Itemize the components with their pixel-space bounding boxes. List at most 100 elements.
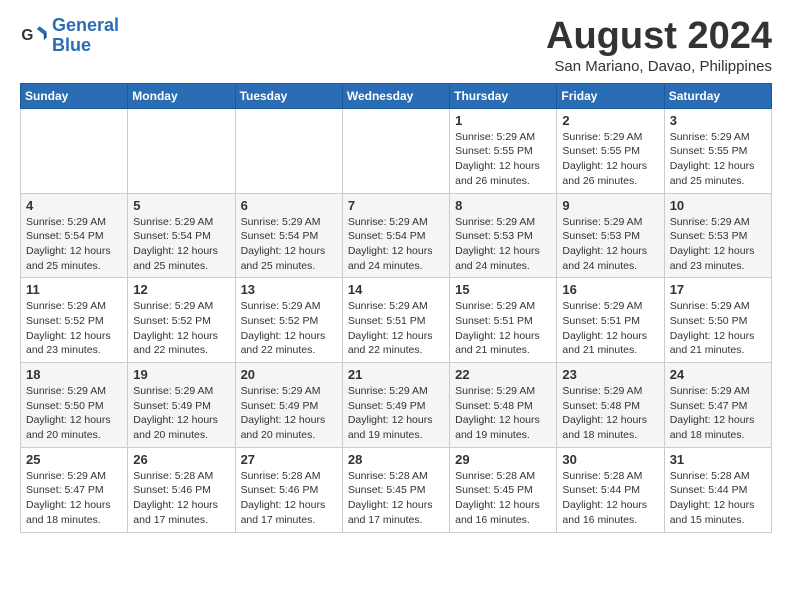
weekday-header-tuesday: Tuesday [235, 83, 342, 108]
day-number: 11 [26, 282, 122, 297]
calendar-cell: 27Sunrise: 5:28 AM Sunset: 5:46 PM Dayli… [235, 447, 342, 532]
day-number: 23 [562, 367, 658, 382]
weekday-header-monday: Monday [128, 83, 235, 108]
cell-detail: Sunrise: 5:29 AM Sunset: 5:49 PM Dayligh… [241, 384, 337, 443]
day-number: 6 [241, 198, 337, 213]
calendar-cell: 9 Sunrise: 5:29 AM Sunset: 5:53 PM Daylig… [557, 193, 664, 278]
cell-detail: Sunrise: 5:29 AM Sunset: 5:49 PM Dayligh… [348, 384, 444, 443]
calendar-cell: 22 Sunrise: 5:29 AM Sunset: 5:48 PM Dayli… [450, 363, 557, 448]
cell-detail: Sunrise: 5:29 AM Sunset: 5:55 PM Dayligh… [670, 130, 766, 189]
cell-detail: Sunrise: 5:29 AM Sunset: 5:51 PM Dayligh… [455, 299, 551, 358]
calendar-cell: 7 Sunrise: 5:29 AM Sunset: 5:54 PM Daylig… [342, 193, 449, 278]
page-header: G General Blue August 2024 San Mariano, … [20, 16, 772, 75]
calendar-cell: 25Sunrise: 5:29 AM Sunset: 5:47 PM Dayli… [21, 447, 128, 532]
calendar-cell: 24 Sunrise: 5:29 AM Sunset: 5:47 PM Dayli… [664, 363, 771, 448]
day-number: 9 [562, 198, 658, 213]
cell-detail: Sunrise: 5:29 AM Sunset: 5:55 PM Dayligh… [562, 130, 658, 189]
calendar-cell: 4 Sunrise: 5:29 AM Sunset: 5:54 PM Daylig… [21, 193, 128, 278]
calendar-cell: 14 Sunrise: 5:29 AM Sunset: 5:51 PM Dayli… [342, 278, 449, 363]
week-row-5: 25Sunrise: 5:29 AM Sunset: 5:47 PM Dayli… [21, 447, 772, 532]
day-number: 25 [26, 452, 122, 467]
day-number: 27 [241, 452, 337, 467]
logo-line1: General [52, 15, 119, 35]
logo: G General Blue [20, 16, 119, 56]
cell-detail: Sunrise: 5:29 AM Sunset: 5:55 PM Dayligh… [455, 130, 551, 189]
cell-detail: Sunrise: 5:29 AM Sunset: 5:51 PM Dayligh… [348, 299, 444, 358]
calendar-cell: 31 Sunrise: 5:28 AM Sunset: 5:44 PM Dayli… [664, 447, 771, 532]
day-number: 13 [241, 282, 337, 297]
weekday-header-sunday: Sunday [21, 83, 128, 108]
day-number: 22 [455, 367, 551, 382]
calendar-cell: 21 Sunrise: 5:29 AM Sunset: 5:49 PM Dayli… [342, 363, 449, 448]
cell-detail: Sunrise: 5:29 AM Sunset: 5:50 PM Dayligh… [670, 299, 766, 358]
cell-detail: Sunrise: 5:29 AM Sunset: 5:53 PM Dayligh… [670, 215, 766, 274]
cell-detail: Sunrise: 5:29 AM Sunset: 5:49 PM Dayligh… [133, 384, 229, 443]
day-number: 2 [562, 113, 658, 128]
cell-detail: Sunrise: 5:29 AM Sunset: 5:54 PM Dayligh… [26, 215, 122, 274]
calendar-cell: 2 Sunrise: 5:29 AM Sunset: 5:55 PM Daylig… [557, 108, 664, 193]
day-number: 16 [562, 282, 658, 297]
calendar-cell: 11 Sunrise: 5:29 AM Sunset: 5:52 PM Dayli… [21, 278, 128, 363]
calendar-cell: 10 Sunrise: 5:29 AM Sunset: 5:53 PM Dayli… [664, 193, 771, 278]
calendar-cell: 28Sunrise: 5:28 AM Sunset: 5:45 PM Dayli… [342, 447, 449, 532]
cell-detail: Sunrise: 5:29 AM Sunset: 5:48 PM Dayligh… [562, 384, 658, 443]
week-row-3: 11 Sunrise: 5:29 AM Sunset: 5:52 PM Dayli… [21, 278, 772, 363]
day-number: 21 [348, 367, 444, 382]
calendar-cell [235, 108, 342, 193]
calendar-cell: 12 Sunrise: 5:29 AM Sunset: 5:52 PM Dayli… [128, 278, 235, 363]
day-number: 8 [455, 198, 551, 213]
calendar-cell: 16 Sunrise: 5:29 AM Sunset: 5:51 PM Dayli… [557, 278, 664, 363]
svg-text:G: G [21, 27, 33, 44]
cell-detail: Sunrise: 5:29 AM Sunset: 5:52 PM Dayligh… [241, 299, 337, 358]
calendar-cell: 20Sunrise: 5:29 AM Sunset: 5:49 PM Dayli… [235, 363, 342, 448]
calendar-cell [342, 108, 449, 193]
weekday-header-wednesday: Wednesday [342, 83, 449, 108]
day-number: 5 [133, 198, 229, 213]
cell-detail: Sunrise: 5:29 AM Sunset: 5:52 PM Dayligh… [133, 299, 229, 358]
day-number: 1 [455, 113, 551, 128]
cell-detail: Sunrise: 5:29 AM Sunset: 5:52 PM Dayligh… [26, 299, 122, 358]
calendar-cell: 13 Sunrise: 5:29 AM Sunset: 5:52 PM Dayli… [235, 278, 342, 363]
day-number: 10 [670, 198, 766, 213]
calendar-cell: 5 Sunrise: 5:29 AM Sunset: 5:54 PM Daylig… [128, 193, 235, 278]
day-number: 24 [670, 367, 766, 382]
cell-detail: Sunrise: 5:28 AM Sunset: 5:44 PM Dayligh… [670, 469, 766, 528]
cell-detail: Sunrise: 5:29 AM Sunset: 5:53 PM Dayligh… [562, 215, 658, 274]
day-number: 31 [670, 452, 766, 467]
cell-detail: Sunrise: 5:29 AM Sunset: 5:47 PM Dayligh… [670, 384, 766, 443]
cell-detail: Sunrise: 5:29 AM Sunset: 5:54 PM Dayligh… [348, 215, 444, 274]
calendar-cell [21, 108, 128, 193]
cell-detail: Sunrise: 5:29 AM Sunset: 5:48 PM Dayligh… [455, 384, 551, 443]
calendar-table: SundayMondayTuesdayWednesdayThursdayFrid… [20, 83, 772, 533]
day-number: 19 [133, 367, 229, 382]
calendar-cell: 29Sunrise: 5:28 AM Sunset: 5:45 PM Dayli… [450, 447, 557, 532]
weekday-header-friday: Friday [557, 83, 664, 108]
weekday-header-thursday: Thursday [450, 83, 557, 108]
calendar-cell: 8 Sunrise: 5:29 AM Sunset: 5:53 PM Daylig… [450, 193, 557, 278]
day-number: 4 [26, 198, 122, 213]
cell-detail: Sunrise: 5:28 AM Sunset: 5:45 PM Dayligh… [348, 469, 444, 528]
cell-detail: Sunrise: 5:28 AM Sunset: 5:45 PM Dayligh… [455, 469, 551, 528]
cell-detail: Sunrise: 5:28 AM Sunset: 5:44 PM Dayligh… [562, 469, 658, 528]
cell-detail: Sunrise: 5:29 AM Sunset: 5:50 PM Dayligh… [26, 384, 122, 443]
cell-detail: Sunrise: 5:29 AM Sunset: 5:54 PM Dayligh… [133, 215, 229, 274]
day-number: 15 [455, 282, 551, 297]
calendar-cell: 30 Sunrise: 5:28 AM Sunset: 5:44 PM Dayli… [557, 447, 664, 532]
day-number: 7 [348, 198, 444, 213]
calendar-cell: 26Sunrise: 5:28 AM Sunset: 5:46 PM Dayli… [128, 447, 235, 532]
calendar-cell: 18Sunrise: 5:29 AM Sunset: 5:50 PM Dayli… [21, 363, 128, 448]
weekday-header-saturday: Saturday [664, 83, 771, 108]
cell-detail: Sunrise: 5:29 AM Sunset: 5:51 PM Dayligh… [562, 299, 658, 358]
cell-detail: Sunrise: 5:29 AM Sunset: 5:53 PM Dayligh… [455, 215, 551, 274]
weekday-header-row: SundayMondayTuesdayWednesdayThursdayFrid… [21, 83, 772, 108]
day-number: 26 [133, 452, 229, 467]
logo-line2: Blue [52, 35, 91, 55]
calendar-cell: 19 Sunrise: 5:29 AM Sunset: 5:49 PM Dayli… [128, 363, 235, 448]
logo-icon: G [20, 22, 48, 50]
day-number: 14 [348, 282, 444, 297]
day-number: 12 [133, 282, 229, 297]
day-number: 30 [562, 452, 658, 467]
cell-detail: Sunrise: 5:29 AM Sunset: 5:54 PM Dayligh… [241, 215, 337, 274]
day-number: 3 [670, 113, 766, 128]
week-row-2: 4 Sunrise: 5:29 AM Sunset: 5:54 PM Daylig… [21, 193, 772, 278]
